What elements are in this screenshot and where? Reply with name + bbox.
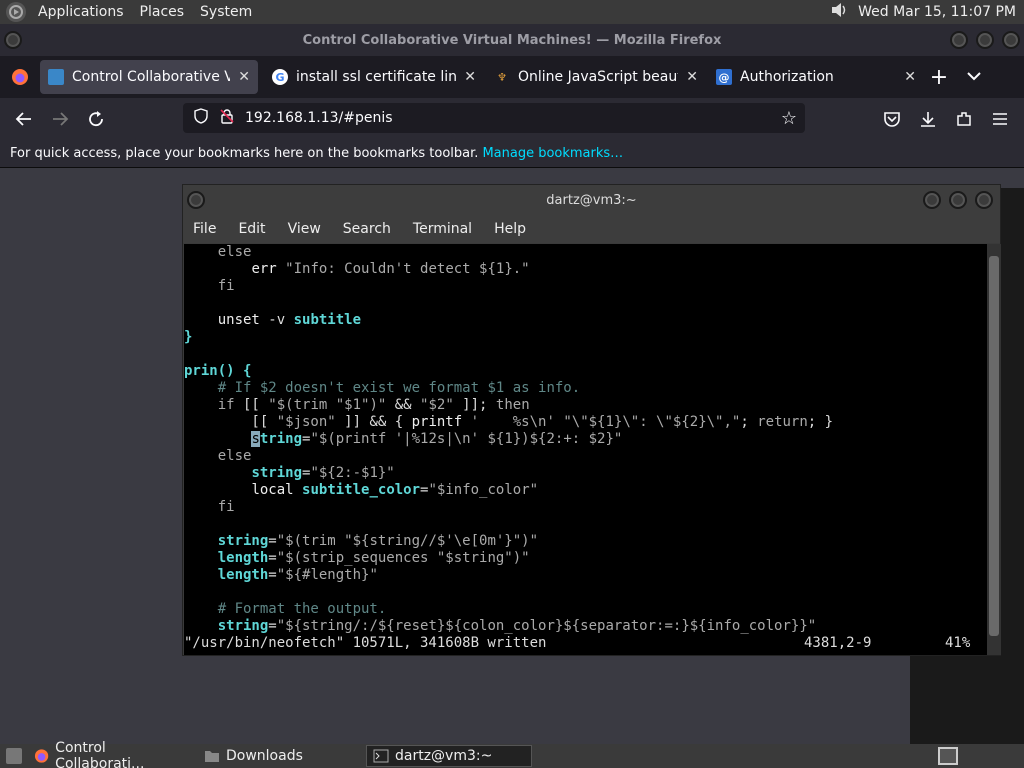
volume-icon[interactable] — [830, 1, 850, 23]
insecure-lock-icon[interactable] — [219, 108, 235, 128]
google-icon: G — [272, 69, 288, 85]
menu-help[interactable]: Help — [494, 221, 526, 237]
top-panel: Applications Places System Wed Mar 15, 1… — [0, 0, 1024, 24]
scrollbar-thumb[interactable] — [989, 256, 999, 636]
forward-button[interactable] — [46, 105, 74, 133]
workspace-switcher-icon[interactable] — [938, 747, 958, 765]
terminal-window-menu-icon[interactable] — [187, 191, 205, 209]
tab-label: Authorization — [740, 69, 834, 85]
close-tab-icon[interactable]: ✕ — [464, 69, 476, 85]
window-menu-icon[interactable] — [4, 31, 22, 49]
firefox-icon — [34, 749, 49, 763]
clock[interactable]: Wed Mar 15, 11:07 PM — [858, 4, 1016, 20]
tab-label: install ssl certificate linux - G — [296, 69, 457, 85]
terminal-minimize-button[interactable] — [923, 191, 941, 209]
hamburger-menu-icon[interactable] — [986, 105, 1014, 133]
close-tab-icon[interactable]: ✕ — [904, 69, 916, 85]
vim-status-file: "/usr/bin/neofetch" 10571L, 341608B writ… — [184, 635, 547, 651]
downloads-icon[interactable] — [914, 105, 942, 133]
monitor-icon — [48, 69, 64, 85]
terminal-scrollbar[interactable] — [987, 244, 1001, 655]
tab-label: Control Collaborative Virtua — [72, 69, 231, 85]
tab-control-collaborative[interactable]: Control Collaborative Virtua ✕ — [40, 60, 258, 94]
vim-status-percent: 41% — [945, 635, 971, 651]
vim-status-position: 4381,2-9 — [804, 635, 872, 651]
taskbar-downloads[interactable]: Downloads — [198, 745, 366, 767]
menu-file[interactable]: File — [193, 221, 216, 237]
tab-install-ssl[interactable]: G install ssl certificate linux - G ✕ — [264, 60, 484, 94]
terminal-title: dartz@vm3:~ — [546, 192, 637, 208]
menu-terminal[interactable]: Terminal — [413, 221, 472, 237]
new-tab-button[interactable]: + — [924, 65, 954, 90]
extensions-icon[interactable] — [950, 105, 978, 133]
list-tabs-button[interactable] — [954, 69, 994, 85]
show-desktop-button[interactable] — [0, 745, 28, 767]
reload-button[interactable] — [82, 105, 110, 133]
url-bar[interactable]: 192.168.1.13/#penis ☆ — [183, 103, 805, 133]
taskbar-label: Control Collaborati... — [55, 740, 145, 768]
tab-bar: Control Collaborative Virtua ✕ G install… — [0, 56, 1024, 98]
taskbar-terminal[interactable]: dartz@vm3:~ — [366, 745, 532, 767]
bookmarks-hint: For quick access, place your bookmarks h… — [10, 146, 479, 161]
url-text[interactable]: 192.168.1.13/#penis — [245, 110, 393, 126]
bookmarks-toolbar: For quick access, place your bookmarks h… — [0, 140, 1024, 168]
tab-label: Online JavaScript beautifier — [518, 69, 678, 85]
remote-desktop-area — [0, 168, 182, 744]
taskbar-label: dartz@vm3:~ — [395, 748, 493, 764]
pocket-icon[interactable] — [878, 105, 906, 133]
terminal-window: dartz@vm3:~ File Edit View Search Termin… — [182, 184, 1001, 656]
manage-bookmarks-link[interactable]: Manage bookmarks… — [482, 146, 623, 161]
tab-authorization[interactable]: @ Authorization ✕ — [708, 60, 924, 94]
terminal-icon — [373, 749, 389, 763]
folder-icon — [205, 751, 219, 762]
shield-icon[interactable] — [193, 108, 209, 128]
menu-search[interactable]: Search — [343, 221, 391, 237]
desktop-icon — [6, 748, 22, 764]
at-sign-icon: @ — [716, 69, 732, 85]
back-button[interactable] — [10, 105, 38, 133]
tab-js-beautifier[interactable]: ♆ Online JavaScript beautifier ✕ — [486, 60, 706, 94]
close-window-button[interactable] — [1002, 31, 1020, 49]
nav-bar: 192.168.1.13/#penis ☆ — [0, 98, 1024, 140]
menu-edit[interactable]: Edit — [238, 221, 265, 237]
menu-view[interactable]: View — [288, 221, 321, 237]
terminal-titlebar: dartz@vm3:~ — [183, 185, 1000, 215]
firefox-titlebar: Control Collaborative Virtual Machines! … — [0, 24, 1024, 56]
window-title: Control Collaborative Virtual Machines! … — [302, 32, 722, 48]
places-menu[interactable]: Places — [136, 4, 189, 20]
close-tab-icon[interactable]: ✕ — [686, 69, 698, 85]
maximize-button[interactable] — [976, 31, 994, 49]
distro-logo-icon[interactable] — [6, 2, 26, 22]
taskbar-label: Downloads — [226, 748, 303, 764]
system-menu[interactable]: System — [196, 4, 256, 20]
close-tab-icon[interactable]: ✕ — [238, 69, 250, 85]
applications-menu[interactable]: Applications — [34, 4, 128, 20]
bookmark-star-icon[interactable]: ☆ — [781, 108, 797, 129]
terminal-maximize-button[interactable] — [949, 191, 967, 209]
terminal-menubar: File Edit View Search Terminal Help — [183, 215, 1000, 243]
terminal-close-button[interactable] — [975, 191, 993, 209]
terminal-output[interactable]: else err "Info: Couldn't detect ${1}." f… — [184, 244, 987, 655]
taskbar: Control Collaborati... Downloads dartz@v… — [0, 740, 1024, 768]
beautifier-icon: ♆ — [497, 70, 507, 84]
firefox-view-button[interactable] — [0, 68, 40, 86]
taskbar-firefox[interactable]: Control Collaborati... — [28, 740, 198, 768]
minimize-button[interactable] — [950, 31, 968, 49]
